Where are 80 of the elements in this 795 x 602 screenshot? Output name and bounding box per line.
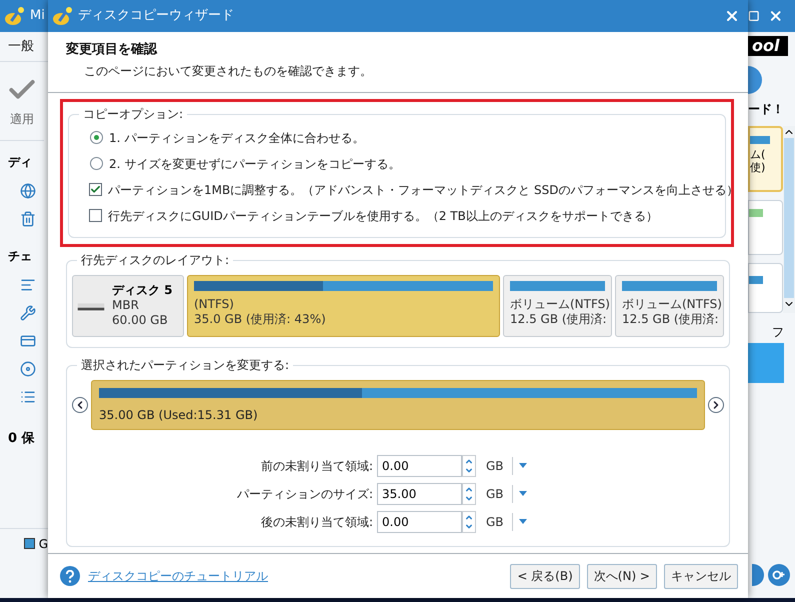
- group-label: 選択されたパーティションを変更する:: [77, 356, 294, 372]
- option-label: パーティションを1MBに調整する。（アドバンスト・フォーマットディスクと SSDのパフォーマンスを向上させる）: [108, 182, 739, 198]
- option-label: 行先ディスクにGUIDパーティションテーブルを使用する。（2 TB以上のディスクをサポートできる）: [108, 208, 658, 224]
- dropdown-caret-icon[interactable]: [518, 490, 527, 496]
- unit-label: GB: [476, 456, 513, 474]
- brand-logo: ool: [748, 36, 788, 56]
- pending-count: 0 保: [8, 430, 36, 448]
- apply-label: 適用: [10, 111, 34, 128]
- option-label: 1. パーティションをディスク全体に合わせる。: [109, 130, 364, 146]
- legend-swatch: [24, 538, 35, 549]
- partition-block[interactable]: ボリューム(NTFS) 12.5 GB (使用済:: [615, 274, 724, 336]
- scroll-right-button[interactable]: [708, 396, 724, 412]
- option-label: 2. サイズを変更せずにパーティションをコピーする。: [109, 156, 400, 172]
- size-field[interactable]: 0.00: [377, 454, 462, 476]
- window-title: ディスクコピーウィザード: [78, 7, 234, 26]
- checkbox[interactable]: [89, 209, 102, 222]
- disk-name: ディスク 5: [112, 283, 173, 298]
- partition-size: 35.00 GB (Used:15.31 GB): [99, 406, 259, 424]
- partition-card[interactable]: ム( 使): [748, 126, 783, 192]
- page-heading: 変更項目を確認: [66, 40, 158, 59]
- app-title: Mi: [30, 7, 45, 26]
- upgrade-text: ード！: [748, 101, 785, 118]
- partition-size: 12.5 GB (使用済:: [622, 312, 717, 326]
- close-icon[interactable]: [724, 8, 740, 24]
- tutorial-link[interactable]: ディスクコピーのチュートリアル: [88, 567, 268, 585]
- field-label: パーティションのサイズ:: [236, 486, 374, 502]
- partition-card[interactable]: [748, 263, 783, 313]
- size-field[interactable]: 35.00: [377, 482, 462, 504]
- partition-type: (NTFS): [194, 296, 235, 312]
- help-icon[interactable]: [60, 566, 80, 586]
- dropdown-caret-icon[interactable]: [518, 462, 527, 468]
- section-heading: チェ: [8, 248, 33, 265]
- wizard-icon: [52, 6, 74, 26]
- disk-size: 60.00 GB: [112, 313, 169, 328]
- group-label: コピーオプション:: [79, 106, 188, 122]
- partition-label: 使): [750, 161, 766, 174]
- wizard-button[interactable]: キャンセル: [664, 564, 738, 588]
- section-heading: ディ: [8, 154, 33, 171]
- usage-bar: [750, 136, 770, 144]
- unit-label: GB: [476, 484, 513, 502]
- app-logo-icon: [4, 6, 26, 26]
- partition-label: ム(: [750, 148, 766, 161]
- scroll-left-button[interactable]: [72, 396, 88, 412]
- disk-card[interactable]: ディスク 5 MBR 60.00 GB: [72, 274, 184, 336]
- disc-icon[interactable]: [20, 361, 36, 377]
- card-icon[interactable]: [20, 333, 36, 349]
- align-icon[interactable]: [20, 277, 36, 293]
- panel-label: フ: [771, 324, 785, 341]
- list-icon[interactable]: [20, 389, 36, 405]
- dropdown-caret-icon[interactable]: [518, 518, 527, 524]
- size-field[interactable]: 0.00: [377, 510, 462, 532]
- partition-block[interactable]: (NTFS) 35.0 GB (使用済: 43%): [187, 274, 500, 336]
- partition-card[interactable]: [748, 200, 783, 255]
- menu-item[interactable]: 一般: [8, 36, 34, 56]
- unit-label: GB: [476, 512, 513, 530]
- wizard-button[interactable]: < 戻る(B): [510, 564, 580, 588]
- spin-buttons[interactable]: [462, 510, 476, 532]
- page-description: このページにおいて変更されたものを確認できます。: [83, 62, 373, 80]
- partition-size: 35.0 GB (使用済: 43%): [194, 312, 327, 326]
- maximize-icon[interactable]: [748, 10, 760, 22]
- trash-icon[interactable]: [20, 211, 36, 227]
- partition-size: 12.5 GB (使用済:: [510, 312, 605, 326]
- legend-label: G: [38, 536, 48, 552]
- usage-bar: [749, 276, 763, 284]
- partition-block[interactable]: ボリューム(NTFS) 12.5 GB (使用済:: [503, 274, 612, 336]
- radio-button[interactable]: [90, 157, 103, 170]
- spin-buttons[interactable]: [462, 454, 476, 476]
- field-label: 後の未割り当て領域:: [260, 514, 374, 530]
- disk-type: MBR: [112, 298, 140, 313]
- globe-icon[interactable]: [20, 183, 36, 199]
- radio-button[interactable]: [90, 131, 103, 144]
- wizard-button[interactable]: 次へ(N) >: [586, 564, 657, 588]
- scrollbar[interactable]: [783, 126, 795, 313]
- checkbox[interactable]: [89, 183, 102, 196]
- usage-bar: [749, 209, 763, 217]
- field-label: 前の未割り当て領域:: [260, 458, 374, 474]
- partition-resize-bar[interactable]: 35.00 GB (Used:15.31 GB): [91, 380, 705, 430]
- wrench-icon[interactable]: [20, 305, 36, 321]
- group-label: 行先ディスクのレイアウト:: [77, 252, 234, 268]
- spin-buttons[interactable]: [462, 482, 476, 504]
